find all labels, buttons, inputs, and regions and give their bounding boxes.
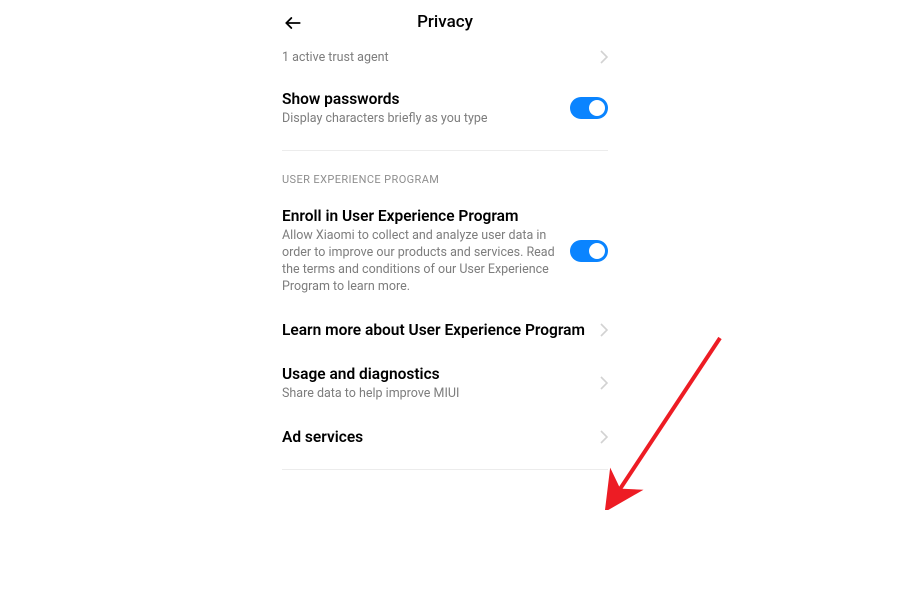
trust-agents-sub: 1 active trust agent (282, 50, 590, 67)
learn-more-uep-title: Learn more about User Experience Program (282, 320, 590, 340)
ad-services-row[interactable]: Ad services (282, 415, 608, 459)
usage-diagnostics-sub: Share data to help improve MIUI (282, 386, 590, 403)
enroll-uep-toggle[interactable] (570, 240, 608, 262)
chevron-right-icon (600, 376, 608, 390)
show-passwords-toggle[interactable] (570, 97, 608, 119)
header-bar: Privacy (270, 0, 620, 44)
usage-diagnostics-title: Usage and diagnostics (282, 364, 590, 384)
show-passwords-title: Show passwords (282, 89, 560, 109)
learn-more-uep-row[interactable]: Learn more about User Experience Program (282, 308, 608, 352)
show-passwords-row[interactable]: Show passwords Display characters briefl… (282, 77, 608, 140)
annotation-arrow-icon (600, 330, 740, 510)
chevron-right-icon (600, 323, 608, 337)
trust-agents-row[interactable]: 1 active trust agent (282, 44, 608, 77)
enroll-uep-sub: Allow Xiaomi to collect and analyze user… (282, 228, 560, 296)
enroll-uep-title: Enroll in User Experience Program (282, 206, 560, 226)
ad-services-title: Ad services (282, 427, 590, 447)
section-header-uep: USER EXPERIENCE PROGRAM (282, 151, 608, 194)
chevron-right-icon (600, 430, 608, 444)
back-button[interactable] (282, 12, 304, 34)
show-passwords-sub: Display characters briefly as you type (282, 111, 560, 128)
usage-diagnostics-row[interactable]: Usage and diagnostics Share data to help… (282, 352, 608, 415)
page-title: Privacy (270, 12, 620, 32)
content-area: 1 active trust agent Show passwords Disp… (270, 44, 620, 470)
settings-screen: Privacy 1 active trust agent Show passwo… (270, 0, 620, 470)
divider (282, 469, 608, 470)
enroll-uep-row[interactable]: Enroll in User Experience Program Allow … (282, 194, 608, 308)
back-arrow-icon (283, 13, 303, 33)
chevron-right-icon (600, 50, 608, 64)
